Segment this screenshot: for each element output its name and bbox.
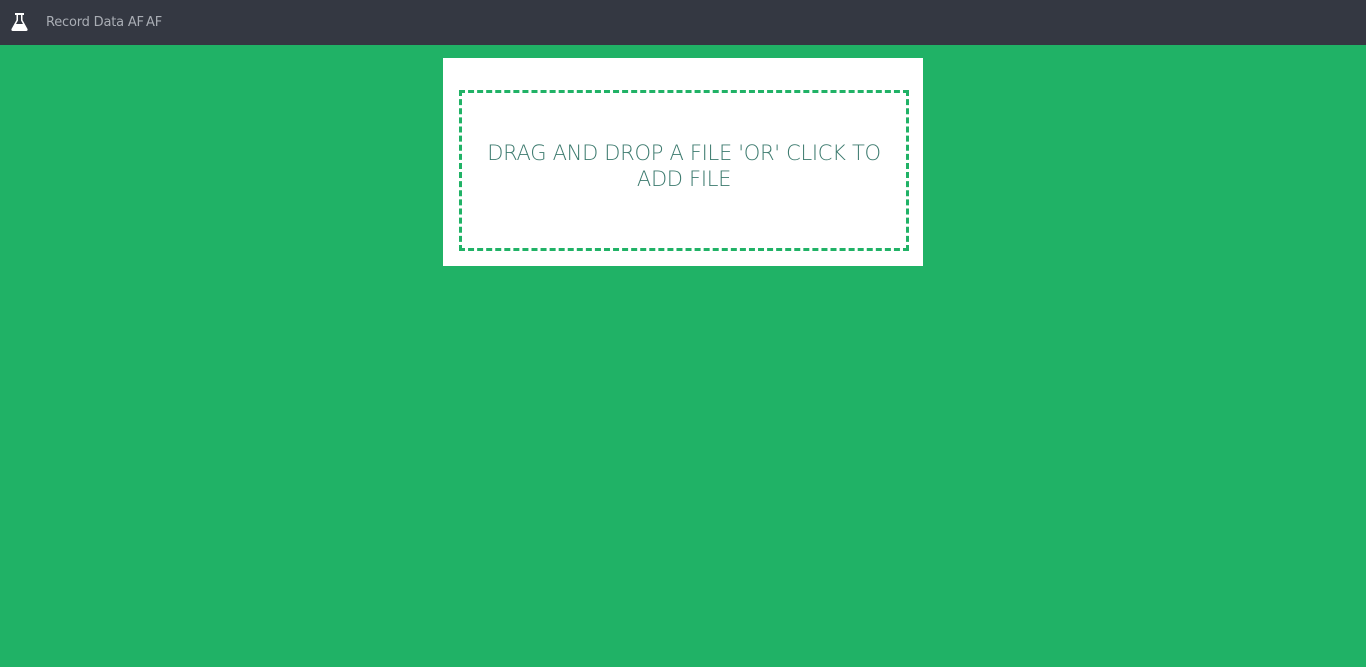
flask-icon[interactable]: [11, 13, 28, 31]
upload-panel: DRAG AND DROP A FILE 'OR' CLICK TO ADD F…: [443, 58, 923, 266]
dropzone-label: DRAG AND DROP A FILE 'OR' CLICK TO ADD F…: [487, 141, 881, 191]
file-dropzone[interactable]: DRAG AND DROP A FILE 'OR' CLICK TO ADD F…: [459, 90, 909, 251]
nav-item-record-data-af[interactable]: Record Data AF: [46, 15, 144, 31]
nav-item-af[interactable]: AF: [146, 15, 162, 31]
top-navbar: Record Data AF AF: [0, 0, 1366, 45]
